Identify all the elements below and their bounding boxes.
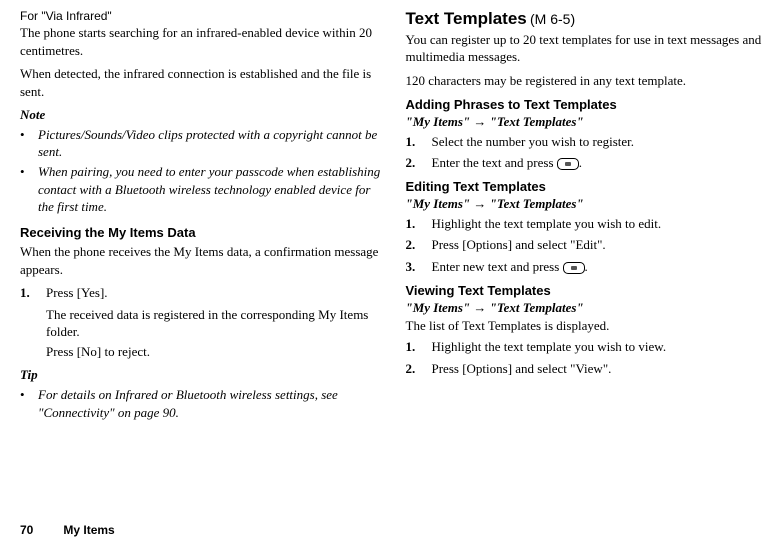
step-item: 2. Press [Options] and select "View". (406, 360, 768, 378)
step-text: Press [Yes]. (46, 284, 382, 302)
para-detected: When detected, the infrared connection i… (20, 65, 382, 100)
text-templates-heading-row: Text Templates (M 6-5) (406, 8, 768, 31)
page-footer: 70 My Items (20, 522, 115, 538)
arrow-right-icon: → (473, 300, 486, 315)
para-search: The phone starts searching for an infrar… (20, 24, 382, 59)
left-column: For "Via Infrared" The phone starts sear… (20, 8, 382, 425)
step-number: 1. (406, 133, 424, 151)
adding-steps: 1. Select the number you wish to registe… (406, 133, 768, 172)
step-text: Enter new text and press . (432, 258, 768, 276)
viewing-steps: 1. Highlight the text template you wish … (406, 338, 768, 377)
step-number: 2. (406, 236, 424, 254)
center-key-icon (557, 158, 579, 170)
step-item: 2. Enter the text and press . (406, 154, 768, 172)
bullet-icon: • (20, 163, 32, 216)
text-templates-heading: Text Templates (406, 9, 527, 28)
editing-steps: 1. Highlight the text template you wish … (406, 215, 768, 276)
step-text: Press [Options] and select "View". (432, 360, 768, 378)
note-text: When pairing, you need to enter your pas… (38, 163, 382, 216)
bullet-icon: • (20, 126, 32, 161)
arrow-right-icon: → (473, 114, 486, 129)
note-text: Pictures/Sounds/Video clips protected wi… (38, 126, 382, 161)
receiving-intro: When the phone receives the My Items dat… (20, 243, 382, 278)
step-text: Press [Options] and select "Edit". (432, 236, 768, 254)
step-number: 1. (406, 338, 424, 356)
receiving-steps: 1. Press [Yes]. (20, 284, 382, 302)
tip-text: For details on Infrared or Bluetooth wir… (38, 386, 382, 421)
step-text: Select the number you wish to register. (432, 133, 768, 151)
tip-item: • For details on Infrared or Bluetooth w… (20, 386, 382, 421)
center-key-icon (563, 262, 585, 274)
step-number: 3. (406, 258, 424, 276)
step-item: 1. Select the number you wish to registe… (406, 133, 768, 151)
viewing-intro: The list of Text Templates is displayed. (406, 317, 768, 335)
receiving-heading: Receiving the My Items Data (20, 224, 382, 242)
note-list: • Pictures/Sounds/Video clips protected … (20, 126, 382, 216)
step-item: 1. Highlight the text template you wish … (406, 338, 768, 356)
step-number: 2. (406, 360, 424, 378)
viewing-heading: Viewing Text Templates (406, 282, 768, 300)
editing-heading: Editing Text Templates (406, 178, 768, 196)
bullet-icon: • (20, 386, 32, 421)
menu-code: (M 6-5) (530, 11, 575, 27)
page-number: 70 (20, 523, 33, 537)
step-item: 1. Highlight the text template you wish … (406, 215, 768, 233)
step-number: 1. (20, 284, 38, 302)
step-subtext: The received data is registered in the c… (46, 306, 382, 341)
step-text: Highlight the text template you wish to … (432, 338, 768, 356)
step-item: 1. Press [Yes]. (20, 284, 382, 302)
arrow-right-icon: → (473, 196, 486, 211)
note-item: • Pictures/Sounds/Video clips protected … (20, 126, 382, 161)
nav-path-edit: "My Items" → "Text Templates" (406, 195, 768, 213)
section-name: My Items (63, 523, 114, 537)
step-text: Enter the text and press . (432, 154, 768, 172)
step-number: 1. (406, 215, 424, 233)
intro-1: You can register up to 20 text templates… (406, 31, 768, 66)
step-subtext: Press [No] to reject. (46, 343, 382, 361)
intro-2: 120 characters may be registered in any … (406, 72, 768, 90)
step-item: 2. Press [Options] and select "Edit". (406, 236, 768, 254)
step-text: Highlight the text template you wish to … (432, 215, 768, 233)
nav-path-add: "My Items" → "Text Templates" (406, 113, 768, 131)
right-column: Text Templates (M 6-5) You can register … (406, 8, 768, 425)
note-label: Note (20, 106, 382, 124)
step-number: 2. (406, 154, 424, 172)
tip-label: Tip (20, 366, 382, 384)
for-via-infrared-label: For "Via Infrared" (20, 8, 382, 24)
step-item: 3. Enter new text and press . (406, 258, 768, 276)
adding-heading: Adding Phrases to Text Templates (406, 96, 768, 114)
note-item: • When pairing, you need to enter your p… (20, 163, 382, 216)
tip-list: • For details on Infrared or Bluetooth w… (20, 386, 382, 421)
nav-path-view: "My Items" → "Text Templates" (406, 299, 768, 317)
